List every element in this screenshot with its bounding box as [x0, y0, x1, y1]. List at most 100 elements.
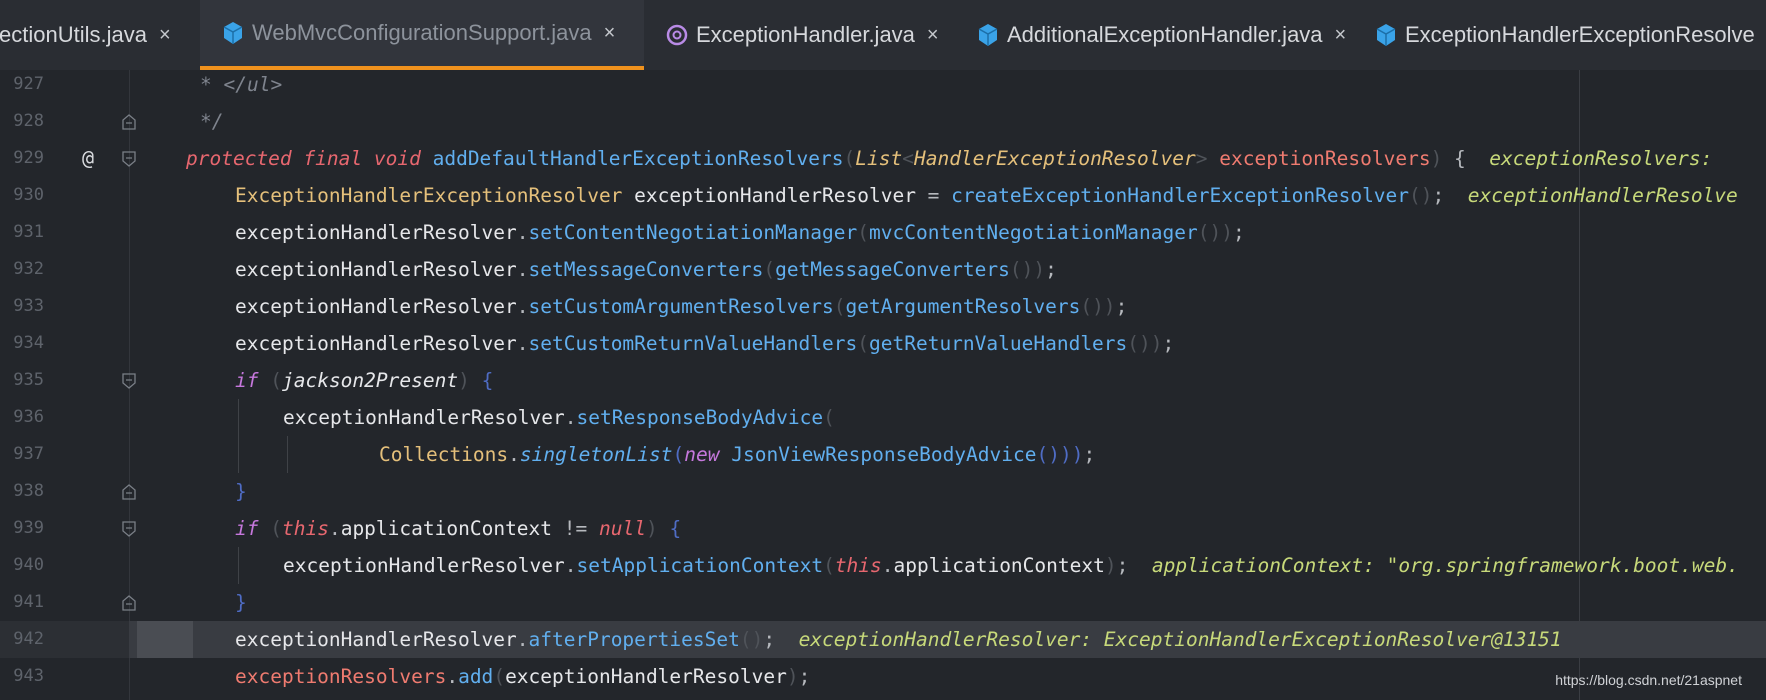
code-token: (: [493, 665, 506, 688]
code-token: ;: [1432, 184, 1468, 207]
fold-collapse-icon[interactable]: [122, 151, 136, 167]
inline-debug-value: exceptionHandlerResolve: [1467, 184, 1738, 207]
close-tab-icon[interactable]: ×: [927, 24, 939, 47]
code-token: {: [481, 369, 494, 392]
editor-tab-2[interactable]: ExceptionHandler.java ×: [644, 0, 955, 70]
code-token: * </ul>: [200, 73, 283, 96]
code-token: exceptionHandlerResolver: [283, 406, 565, 429]
editor-tab-0[interactable]: flectionUtils.java ×: [0, 0, 188, 70]
code-token: ()): [1197, 221, 1233, 244]
code-token: }: [235, 480, 247, 503]
code-token: >: [1195, 147, 1208, 170]
code-token: {: [669, 517, 682, 540]
code-line[interactable]: 936 exceptionHandlerResolver.setResponseB…: [0, 399, 1766, 436]
code-token: (: [763, 258, 776, 281]
code-token: ;: [1232, 221, 1245, 244]
code-token: (: [843, 147, 856, 170]
code-text: }: [235, 473, 247, 510]
override-marker-icon[interactable]: @: [82, 140, 94, 177]
code-token: (: [857, 332, 869, 355]
code-token: getArgumentResolvers: [845, 295, 1081, 318]
code-text: ExceptionHandlerExceptionResolver except…: [235, 177, 1738, 214]
code-line[interactable]: 935 if (jackson2Present) {: [0, 362, 1766, 399]
code-token: ()): [1009, 258, 1046, 281]
line-number: 937: [13, 444, 44, 464]
code-line[interactable]: 931 exceptionHandlerResolver.setContentNe…: [0, 214, 1766, 251]
code-line[interactable]: 928 */: [0, 103, 1766, 140]
code-token: if: [235, 517, 259, 540]
code-token: ;: [798, 665, 811, 688]
code-token: setMessageConverters: [528, 258, 764, 281]
close-tab-icon[interactable]: ×: [159, 24, 171, 47]
code-line[interactable]: 930 ExceptionHandlerExceptionResolver exc…: [0, 177, 1766, 214]
code-token: (: [270, 369, 282, 392]
code-line[interactable]: 938}: [0, 473, 1766, 510]
code-editor[interactable]: 927 * </ul> 928 */ 929 @ protected final void …: [0, 70, 1766, 700]
code-token: (): [739, 628, 764, 651]
execution-point-marker: [137, 621, 193, 658]
fold-end-icon[interactable]: [122, 114, 136, 130]
code-token: ()): [1080, 295, 1116, 318]
code-token: (): [1409, 184, 1433, 207]
close-tab-icon[interactable]: ×: [604, 22, 616, 45]
editor-tab-1[interactable]: WebMvcConfigurationSupport.java ×: [200, 0, 644, 70]
code-token: (: [833, 295, 846, 318]
line-number: 929: [13, 148, 44, 168]
indent-guide: [238, 547, 239, 584]
code-token: setCustomArgumentResolvers: [528, 295, 834, 318]
code-token: ;: [1116, 554, 1152, 577]
code-token: setCustomReturnValueHandlers: [528, 332, 858, 355]
code-line[interactable]: 932 exceptionHandlerResolver.setMessageCo…: [0, 251, 1766, 288]
code-token: ()): [1127, 332, 1163, 355]
code-text: exceptionHandlerResolver.setCustomArgume…: [235, 288, 1127, 325]
editor-tab-3[interactable]: AdditionalExceptionHandler.java ×: [955, 0, 1353, 70]
code-line[interactable]: 929 @ protected final void addDefaultHandl…: [0, 140, 1766, 177]
class-icon: [978, 24, 998, 46]
code-text: exceptionHandlerResolver.setContentNegot…: [235, 214, 1245, 251]
code-text: if (jackson2Present) {: [235, 362, 493, 399]
fold-end-icon[interactable]: [122, 595, 136, 611]
code-token: .: [508, 443, 520, 466]
tab-label: flectionUtils.java: [0, 22, 147, 47]
code-line[interactable]: 942 exceptionHandlerResolver.afterPropert…: [0, 621, 1766, 658]
code-token: getReturnValueHandlers: [869, 332, 1128, 355]
code-line[interactable]: 933 exceptionHandlerResolver.setCustomArg…: [0, 288, 1766, 325]
code-token: exceptionHandlerResolver: [505, 665, 787, 688]
code-token: .: [516, 221, 529, 244]
fold-collapse-icon[interactable]: [122, 373, 136, 389]
code-token: add: [458, 665, 494, 688]
code-token: ): [458, 369, 470, 392]
code-line[interactable]: 941}: [0, 584, 1766, 621]
code-token: applicationContext: [893, 554, 1105, 577]
tab-label: ExceptionHandler.java: [696, 22, 915, 47]
close-tab-icon[interactable]: ×: [1335, 24, 1347, 47]
inline-debug-value: applicationContext: "org.springframework…: [1151, 554, 1739, 577]
code-line[interactable]: 937 Collections.singletonList(new JsonVie…: [0, 436, 1766, 473]
line-number: 936: [13, 407, 44, 427]
code-line[interactable]: 943 exceptionResolvers.add(exceptionHandl…: [0, 658, 1766, 695]
code-text: }: [235, 584, 247, 621]
tab-label: WebMvcConfigurationSupport.java: [252, 20, 592, 45]
code-token: exceptionHandlerResolver: [235, 295, 517, 318]
fold-end-icon[interactable]: [122, 484, 136, 500]
code-line[interactable]: 939 if (this.applicationContext != null) …: [0, 510, 1766, 547]
code-line[interactable]: 927 * </ul>: [0, 70, 1766, 103]
code-token: }: [235, 591, 247, 614]
editor-tab-4[interactable]: ExceptionHandlerExceptionResolve: [1353, 0, 1766, 70]
code-token: exceptionHandlerResolver: [235, 628, 517, 651]
code-token: exceptionHandlerResolver: [235, 332, 517, 355]
code-token: void: [373, 147, 421, 170]
line-number: 940: [13, 555, 44, 575]
code-line[interactable]: 934 exceptionHandlerResolver.setCustomRet…: [0, 325, 1766, 362]
code-token: ())): [1036, 443, 1084, 466]
code-line[interactable]: 940 exceptionHandlerResolver.setApplicati…: [0, 547, 1766, 584]
fold-collapse-icon[interactable]: [122, 521, 136, 537]
annotation-icon: [666, 24, 688, 46]
code-text: exceptionHandlerResolver.setMessageConve…: [235, 251, 1057, 288]
code-text: if (this.applicationContext != null) {: [235, 510, 681, 547]
code-token: .: [516, 295, 529, 318]
